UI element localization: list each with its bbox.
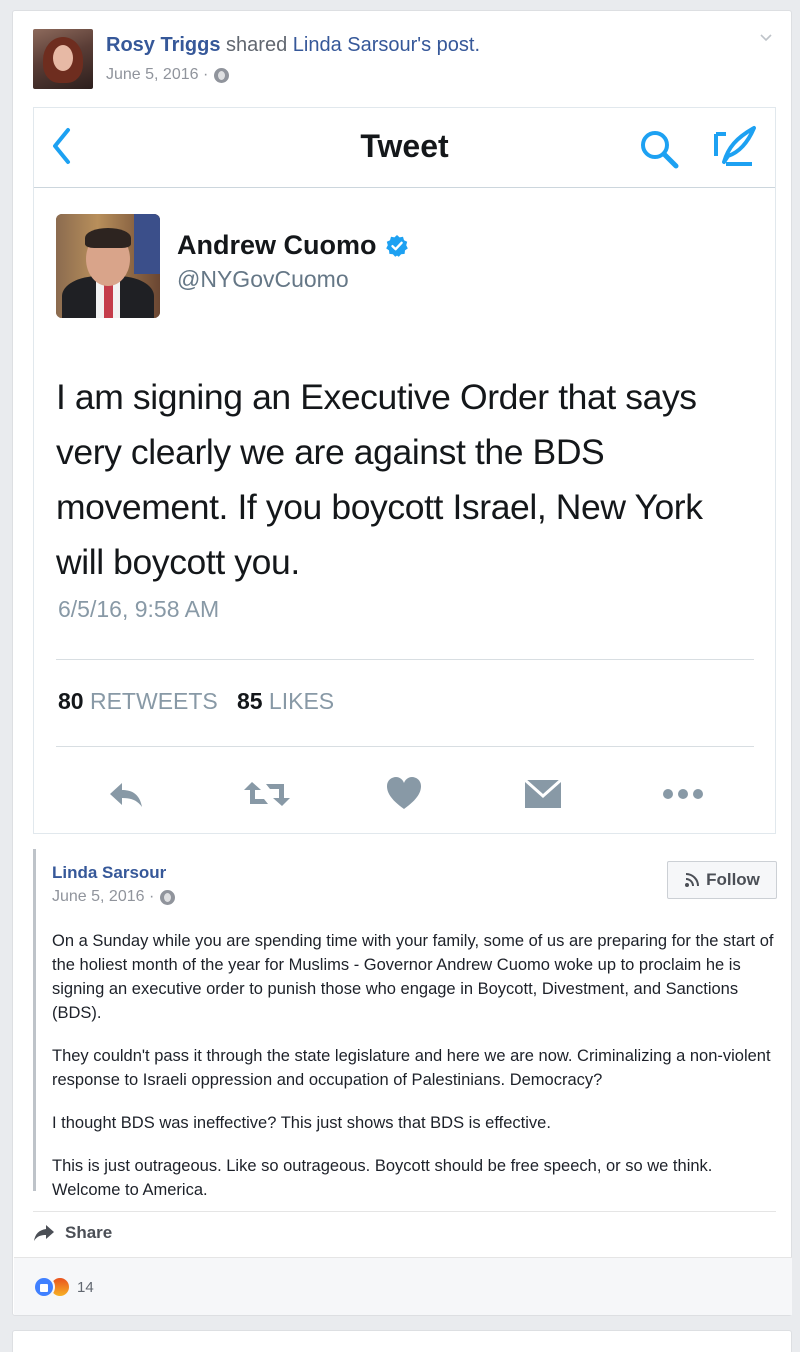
shared-author-link[interactable]: Linda Sarsour [52, 863, 166, 883]
share-button[interactable]: Share [33, 1223, 112, 1243]
globe-icon [160, 889, 176, 905]
likes-label: LIKES [268, 688, 335, 714]
next-post-card [12, 1330, 792, 1352]
divider [33, 1211, 776, 1212]
follow-button-label: Follow [706, 870, 760, 889]
divider [56, 746, 754, 747]
tweet-text: I am signing an Executive Order that say… [56, 377, 703, 582]
like-reaction-icon [33, 1276, 55, 1298]
post-card: Rosy Triggs shared Linda Sarsour's post.… [12, 10, 792, 1316]
post-paragraph: They couldn't pass it through the state … [52, 1047, 771, 1089]
like-heart-icon [387, 777, 421, 809]
author-name-link[interactable]: Rosy Triggs [106, 34, 220, 56]
direct-message-icon [524, 778, 562, 808]
shared-post-date[interactable]: June 5, 2016 · [52, 888, 154, 906]
author-avatar[interactable] [33, 29, 93, 89]
rss-icon [685, 873, 700, 887]
tweet-stats: 80 RETWEETS 85 LIKES [58, 688, 334, 715]
follow-button[interactable]: Follow [667, 861, 777, 899]
post-paragraph: On a Sunday while you are spending time … [52, 932, 774, 1022]
retweets-count: 80 [58, 688, 84, 714]
verified-badge-icon [385, 234, 408, 257]
reactions-summary[interactable]: 14 [33, 1276, 94, 1298]
tweet-author-name: Andrew Cuomo [177, 230, 409, 261]
tweet-profile-photo [56, 214, 160, 318]
retweets-label: RETWEETS [89, 688, 218, 714]
shared-from-link[interactable]: Linda Sarsour's post. [293, 34, 480, 56]
tweet-handle: @NYGovCuomo [177, 266, 349, 292]
share-action-text: shared [226, 34, 288, 56]
more-options-icon [663, 789, 703, 799]
globe-icon [214, 67, 230, 83]
chevron-down-icon[interactable] [759, 31, 773, 45]
shared-post: Linda Sarsour June 5, 2016 · Follow On a… [33, 849, 777, 1199]
tweet-author-name-text: Andrew Cuomo [177, 230, 377, 260]
reply-icon [110, 783, 142, 807]
shared-post-body: On a Sunday while you are spending time … [52, 929, 778, 1221]
post-paragraph: This is just outrageous. Like so outrage… [52, 1157, 713, 1199]
post-meta: June 5, 2016 · [106, 66, 230, 84]
post-date[interactable]: June 5, 2016 · [106, 66, 208, 84]
tweet-timestamp: 6/5/16, 9:58 AM [58, 596, 220, 622]
reactions-count: 14 [77, 1278, 94, 1296]
tweet-image[interactable]: Tweet Andrew Cuomo @NYGovCuomo I am sign… [33, 107, 776, 834]
tweet-header-bar: Tweet [34, 108, 775, 188]
likes-count: 85 [236, 688, 263, 714]
search-icon [641, 131, 679, 169]
shared-post-meta: June 5, 2016 · [52, 888, 176, 906]
share-arrow-icon [34, 1225, 54, 1241]
divider [56, 659, 754, 660]
post-paragraph: I thought BDS was ineffective? This just… [52, 1114, 551, 1132]
compose-icon [714, 126, 756, 166]
retweet-icon [244, 782, 290, 806]
post-header: Rosy Triggs shared Linda Sarsour's post. [106, 33, 480, 57]
reactions-bar: 14 [14, 1257, 792, 1315]
share-label: Share [65, 1223, 113, 1242]
